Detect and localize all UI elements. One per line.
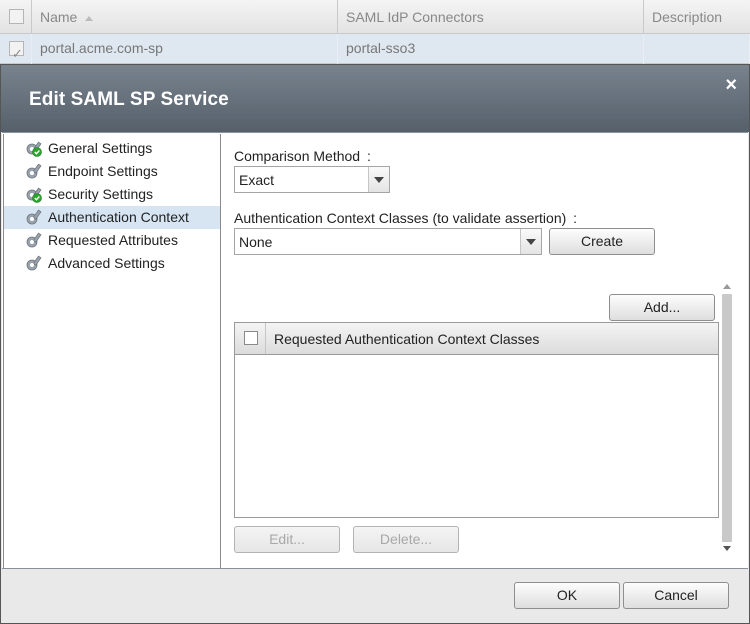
gear-icon: [26, 163, 42, 179]
edit-button[interactable]: Edit...: [234, 526, 340, 553]
nav-item-label: Security Settings: [48, 186, 154, 202]
gear-check-icon: [26, 141, 42, 157]
table-row[interactable]: portal.acme.com-sp portal-sso3: [0, 34, 750, 68]
background-grid: Name SAML IdP Connectors Description por…: [0, 0, 750, 68]
scroll-up-icon[interactable]: [723, 284, 731, 289]
context-classes-label: Authentication Context Classes (to valid…: [234, 210, 578, 226]
edit-saml-sp-dialog: Edit SAML SP Service × General Settings: [0, 64, 750, 624]
comparison-method-select[interactable]: Exact: [234, 166, 390, 193]
sort-ascending-icon: [85, 15, 94, 21]
chevron-down-icon[interactable]: [520, 229, 541, 254]
row-connectors: portal-sso3: [338, 34, 644, 64]
nav-item-general-settings[interactable]: General Settings: [4, 137, 220, 160]
nav-item-requested-attributes[interactable]: Requested Attributes: [4, 229, 220, 252]
nav-item-label: Authentication Context: [48, 209, 189, 225]
nav-item-label: General Settings: [48, 140, 153, 156]
nav-item-endpoint-settings[interactable]: Endpoint Settings: [4, 160, 220, 183]
column-header-description[interactable]: Description: [644, 0, 750, 34]
gear-check-icon: [26, 187, 42, 203]
table-header: Requested Authentication Context Classes: [235, 323, 718, 355]
nav-item-advanced-settings[interactable]: Advanced Settings: [4, 252, 220, 275]
gear-icon: [26, 209, 42, 225]
cancel-button[interactable]: Cancel: [623, 582, 729, 609]
gear-icon: [26, 232, 42, 248]
dialog-titlebar: Edit SAML SP Service ×: [1, 65, 749, 132]
nav-item-security-settings[interactable]: Security Settings: [4, 183, 220, 206]
comparison-method-value: Exact: [239, 172, 275, 188]
close-icon[interactable]: ×: [725, 75, 737, 95]
row-checkbox[interactable]: [9, 40, 24, 68]
dialog-footer: OK Cancel: [1, 570, 749, 623]
column-header-name[interactable]: Name: [32, 0, 338, 34]
dialog-title: Edit SAML SP Service: [29, 89, 229, 110]
column-header-connectors[interactable]: SAML IdP Connectors: [338, 0, 644, 34]
grid-header: Name SAML IdP Connectors Description: [0, 0, 750, 34]
nav-item-authentication-context[interactable]: Authentication Context: [4, 206, 220, 229]
requested-context-classes-table: Requested Authentication Context Classes: [234, 322, 719, 518]
context-classes-value: None: [239, 234, 273, 250]
select-all-checkbox[interactable]: [9, 9, 24, 24]
select-all-cell[interactable]: [0, 0, 32, 34]
dialog-body: General Settings Endpoint Settings Secur…: [2, 132, 748, 569]
add-button[interactable]: Add...: [609, 294, 715, 321]
column-header-classes: Requested Authentication Context Classes: [274, 331, 540, 347]
context-classes-select[interactable]: None: [234, 228, 542, 255]
chevron-down-icon[interactable]: [368, 167, 389, 192]
nav-item-label: Endpoint Settings: [48, 163, 158, 179]
scroll-down-icon[interactable]: [723, 546, 731, 551]
nav-item-label: Requested Attributes: [48, 232, 178, 248]
gear-icon: [26, 255, 42, 271]
settings-nav: General Settings Endpoint Settings Secur…: [3, 134, 221, 568]
ok-button[interactable]: OK: [514, 582, 620, 609]
vertical-scrollbar[interactable]: [720, 282, 734, 556]
row-name: portal.acme.com-sp: [32, 34, 338, 64]
scrollbar-thumb[interactable]: [722, 294, 732, 542]
nav-item-label: Advanced Settings: [48, 255, 165, 271]
select-all-checkbox[interactable]: [244, 331, 258, 345]
comparison-method-label: Comparison Method :: [234, 148, 371, 164]
row-description: [644, 34, 750, 64]
delete-button[interactable]: Delete...: [353, 526, 459, 553]
authentication-context-panel: Comparison Method : Exact Authentication…: [222, 134, 747, 568]
create-button[interactable]: Create: [549, 228, 655, 255]
